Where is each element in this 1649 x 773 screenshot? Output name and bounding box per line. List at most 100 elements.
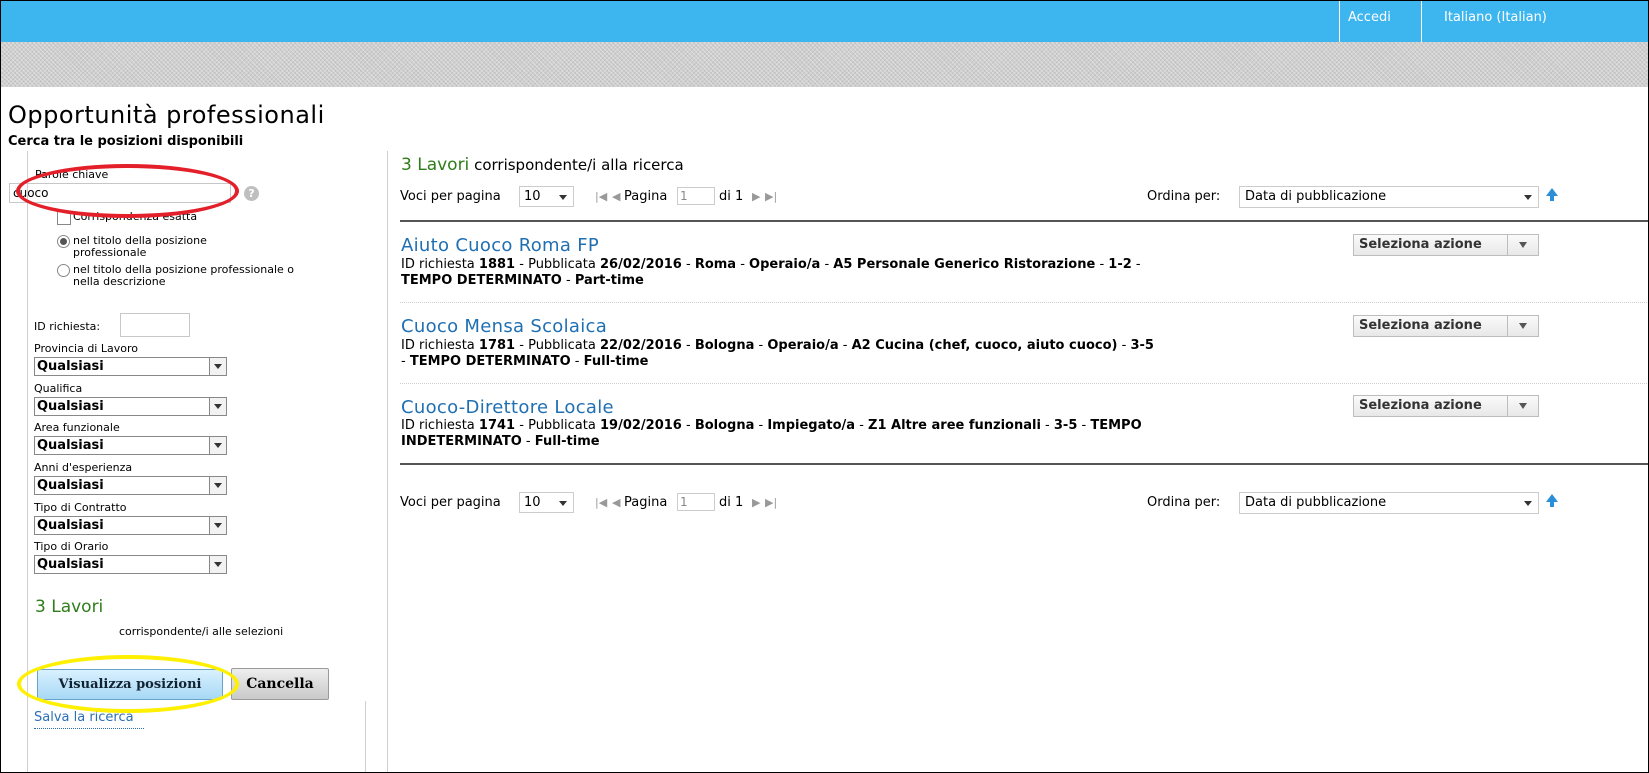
contract-select-value: Qualsiasi — [37, 518, 104, 533]
sidebar-right-border — [365, 701, 366, 772]
pager-bottom: Voci per pagina 10 |◀ ◀ Pagina 1 di 1 ▶ … — [400, 492, 1645, 514]
page-frame: Accedi Italiano (Italian) Opportunità pr… — [0, 0, 1649, 773]
next-page-icon[interactable]: ▶ — [752, 496, 760, 509]
page-input[interactable]: 1 — [677, 493, 715, 511]
cancel-button[interactable]: Cancella — [231, 668, 329, 700]
job-id-label: ID richiesta — [401, 418, 475, 433]
filter-label-contract: Tipo di Contratto — [34, 501, 127, 514]
job-area: A2 Cucina (chef, cuoco, aiuto cuoco) — [851, 338, 1118, 353]
select-action-label: Seleziona azione — [1359, 318, 1482, 333]
results-count: 3 Lavori corrispondente/i alla ricerca — [401, 155, 684, 175]
area-select[interactable]: Qualsiasi — [34, 436, 227, 455]
job-city: Bologna — [694, 338, 755, 353]
job-divider — [400, 383, 1648, 384]
select-action-dropdown[interactable]: Seleziona azione — [1353, 395, 1539, 417]
results-top-divider — [400, 220, 1648, 222]
sort-select[interactable]: Data di pubblicazione — [1239, 492, 1539, 514]
job-date: 22/02/2016 — [599, 338, 682, 353]
help-icon[interactable]: ? — [244, 186, 259, 201]
radio-title-only[interactable] — [57, 235, 70, 248]
chevron-down-icon[interactable] — [209, 397, 227, 416]
first-page-icon[interactable]: |◀ — [595, 190, 607, 203]
province-select-value: Qualsiasi — [37, 359, 104, 374]
filter-label-area: Area funzionale — [34, 421, 120, 434]
login-link[interactable]: Accedi — [1348, 10, 1391, 25]
area-select-value: Qualsiasi — [37, 438, 104, 453]
page-of-label: di 1 — [719, 189, 744, 204]
contract-select[interactable]: Qualsiasi — [34, 516, 227, 535]
language-link[interactable]: Italiano (Italian) — [1444, 10, 1547, 25]
first-page-icon[interactable]: |◀ — [595, 496, 607, 509]
experience-select-value: Qualsiasi — [37, 478, 104, 493]
next-page-icon[interactable]: ▶ — [752, 190, 760, 203]
topbar-separator — [1421, 1, 1422, 42]
chevron-down-icon[interactable] — [209, 436, 227, 455]
job-contract: TEMPO DETERMINATO — [401, 273, 562, 288]
job-role: Impiegato/a — [767, 418, 856, 433]
schedule-select-value: Qualsiasi — [37, 557, 104, 572]
prev-page-icon[interactable]: ◀ — [612, 496, 620, 509]
sort-label: Ordina per: — [1147, 495, 1221, 510]
request-id-input[interactable] — [120, 313, 190, 337]
per-page-select[interactable]: 10 — [519, 186, 574, 207]
qualification-select[interactable]: Qualsiasi — [34, 397, 227, 416]
schedule-select[interactable]: Qualsiasi — [34, 555, 227, 574]
job-id-label: ID richiesta — [401, 257, 475, 272]
results-bottom-divider — [400, 463, 1648, 465]
last-page-icon[interactable]: ▶| — [765, 190, 777, 203]
job-experience: 3-5 — [1053, 418, 1078, 433]
select-action-dropdown[interactable]: Seleziona azione — [1353, 315, 1539, 337]
per-page-label: Voci per pagina — [400, 189, 501, 204]
job-area: A5 Personale Generico Ristorazione — [833, 257, 1096, 272]
results-count-text: corrispondente/i alla ricerca — [474, 156, 684, 174]
header-banner — [1, 42, 1648, 87]
sort-ascending-icon[interactable] — [1546, 494, 1558, 507]
last-page-icon[interactable]: ▶| — [765, 496, 777, 509]
job-role: Operaio/a — [749, 257, 821, 272]
filter-label-province: Provincia di Lavoro — [34, 342, 138, 355]
select-action-label: Seleziona azione — [1359, 237, 1482, 252]
select-action-dropdown[interactable]: Seleziona azione — [1353, 234, 1539, 256]
sidebar-result-count: 3 Lavori — [35, 597, 104, 617]
job-title-link[interactable]: Cuoco-Direttore Locale — [401, 397, 614, 418]
page-of-label: di 1 — [719, 495, 744, 510]
chevron-down-icon[interactable] — [1507, 235, 1538, 255]
job-id: 1741 — [478, 418, 516, 433]
chevron-down-icon[interactable] — [209, 357, 227, 376]
job-id: 1781 — [478, 338, 516, 353]
prev-page-icon[interactable]: ◀ — [612, 190, 620, 203]
page-input[interactable]: 1 — [677, 187, 715, 205]
job-area: Z1 Altre aree funzionali — [868, 418, 1041, 433]
job-date: 26/02/2016 — [599, 257, 682, 272]
per-page-select[interactable]: 10 — [519, 492, 574, 513]
sort-select[interactable]: Data di pubblicazione — [1239, 186, 1539, 208]
job-title-link[interactable]: Cuoco Mensa Scolaica — [401, 316, 607, 337]
chevron-down-icon[interactable] — [1507, 316, 1538, 336]
top-bar: Accedi Italiano (Italian) — [1, 1, 1648, 42]
job-city: Roma — [694, 257, 737, 272]
chevron-down-icon[interactable] — [1507, 396, 1538, 416]
topbar-separator — [1339, 1, 1340, 42]
job-id: 1881 — [478, 257, 516, 272]
job-meta: ID richiesta 1881 - Pubblicata 26/02/201… — [401, 257, 1141, 288]
job-date: 19/02/2016 — [599, 418, 682, 433]
job-schedule: Part-time — [574, 273, 644, 288]
job-published-label: Pubblicata — [528, 257, 596, 272]
job-experience: 3-5 — [1130, 338, 1154, 353]
chevron-down-icon[interactable] — [209, 476, 227, 495]
job-published-label: Pubblicata — [528, 338, 596, 353]
job-title-link[interactable]: Aiuto Cuoco Roma FP — [401, 235, 599, 256]
job-meta: ID richiesta 1781 - Pubblicata 22/02/201… — [401, 338, 1154, 369]
radio-title-description[interactable] — [57, 264, 70, 277]
radio-title-only-label: nel titolo della posizione professionale — [73, 234, 207, 259]
chevron-down-icon[interactable] — [209, 555, 227, 574]
sort-ascending-icon[interactable] — [1546, 188, 1558, 201]
page-label: Pagina — [624, 189, 668, 204]
experience-select[interactable]: Qualsiasi — [34, 476, 227, 495]
province-select[interactable]: Qualsiasi — [34, 357, 227, 376]
job-divider — [400, 302, 1648, 303]
select-action-label: Seleziona azione — [1359, 398, 1482, 413]
chevron-down-icon[interactable] — [209, 516, 227, 535]
filter-label-qualification: Qualifica — [34, 382, 83, 395]
annotation-ellipse-red — [16, 164, 239, 218]
